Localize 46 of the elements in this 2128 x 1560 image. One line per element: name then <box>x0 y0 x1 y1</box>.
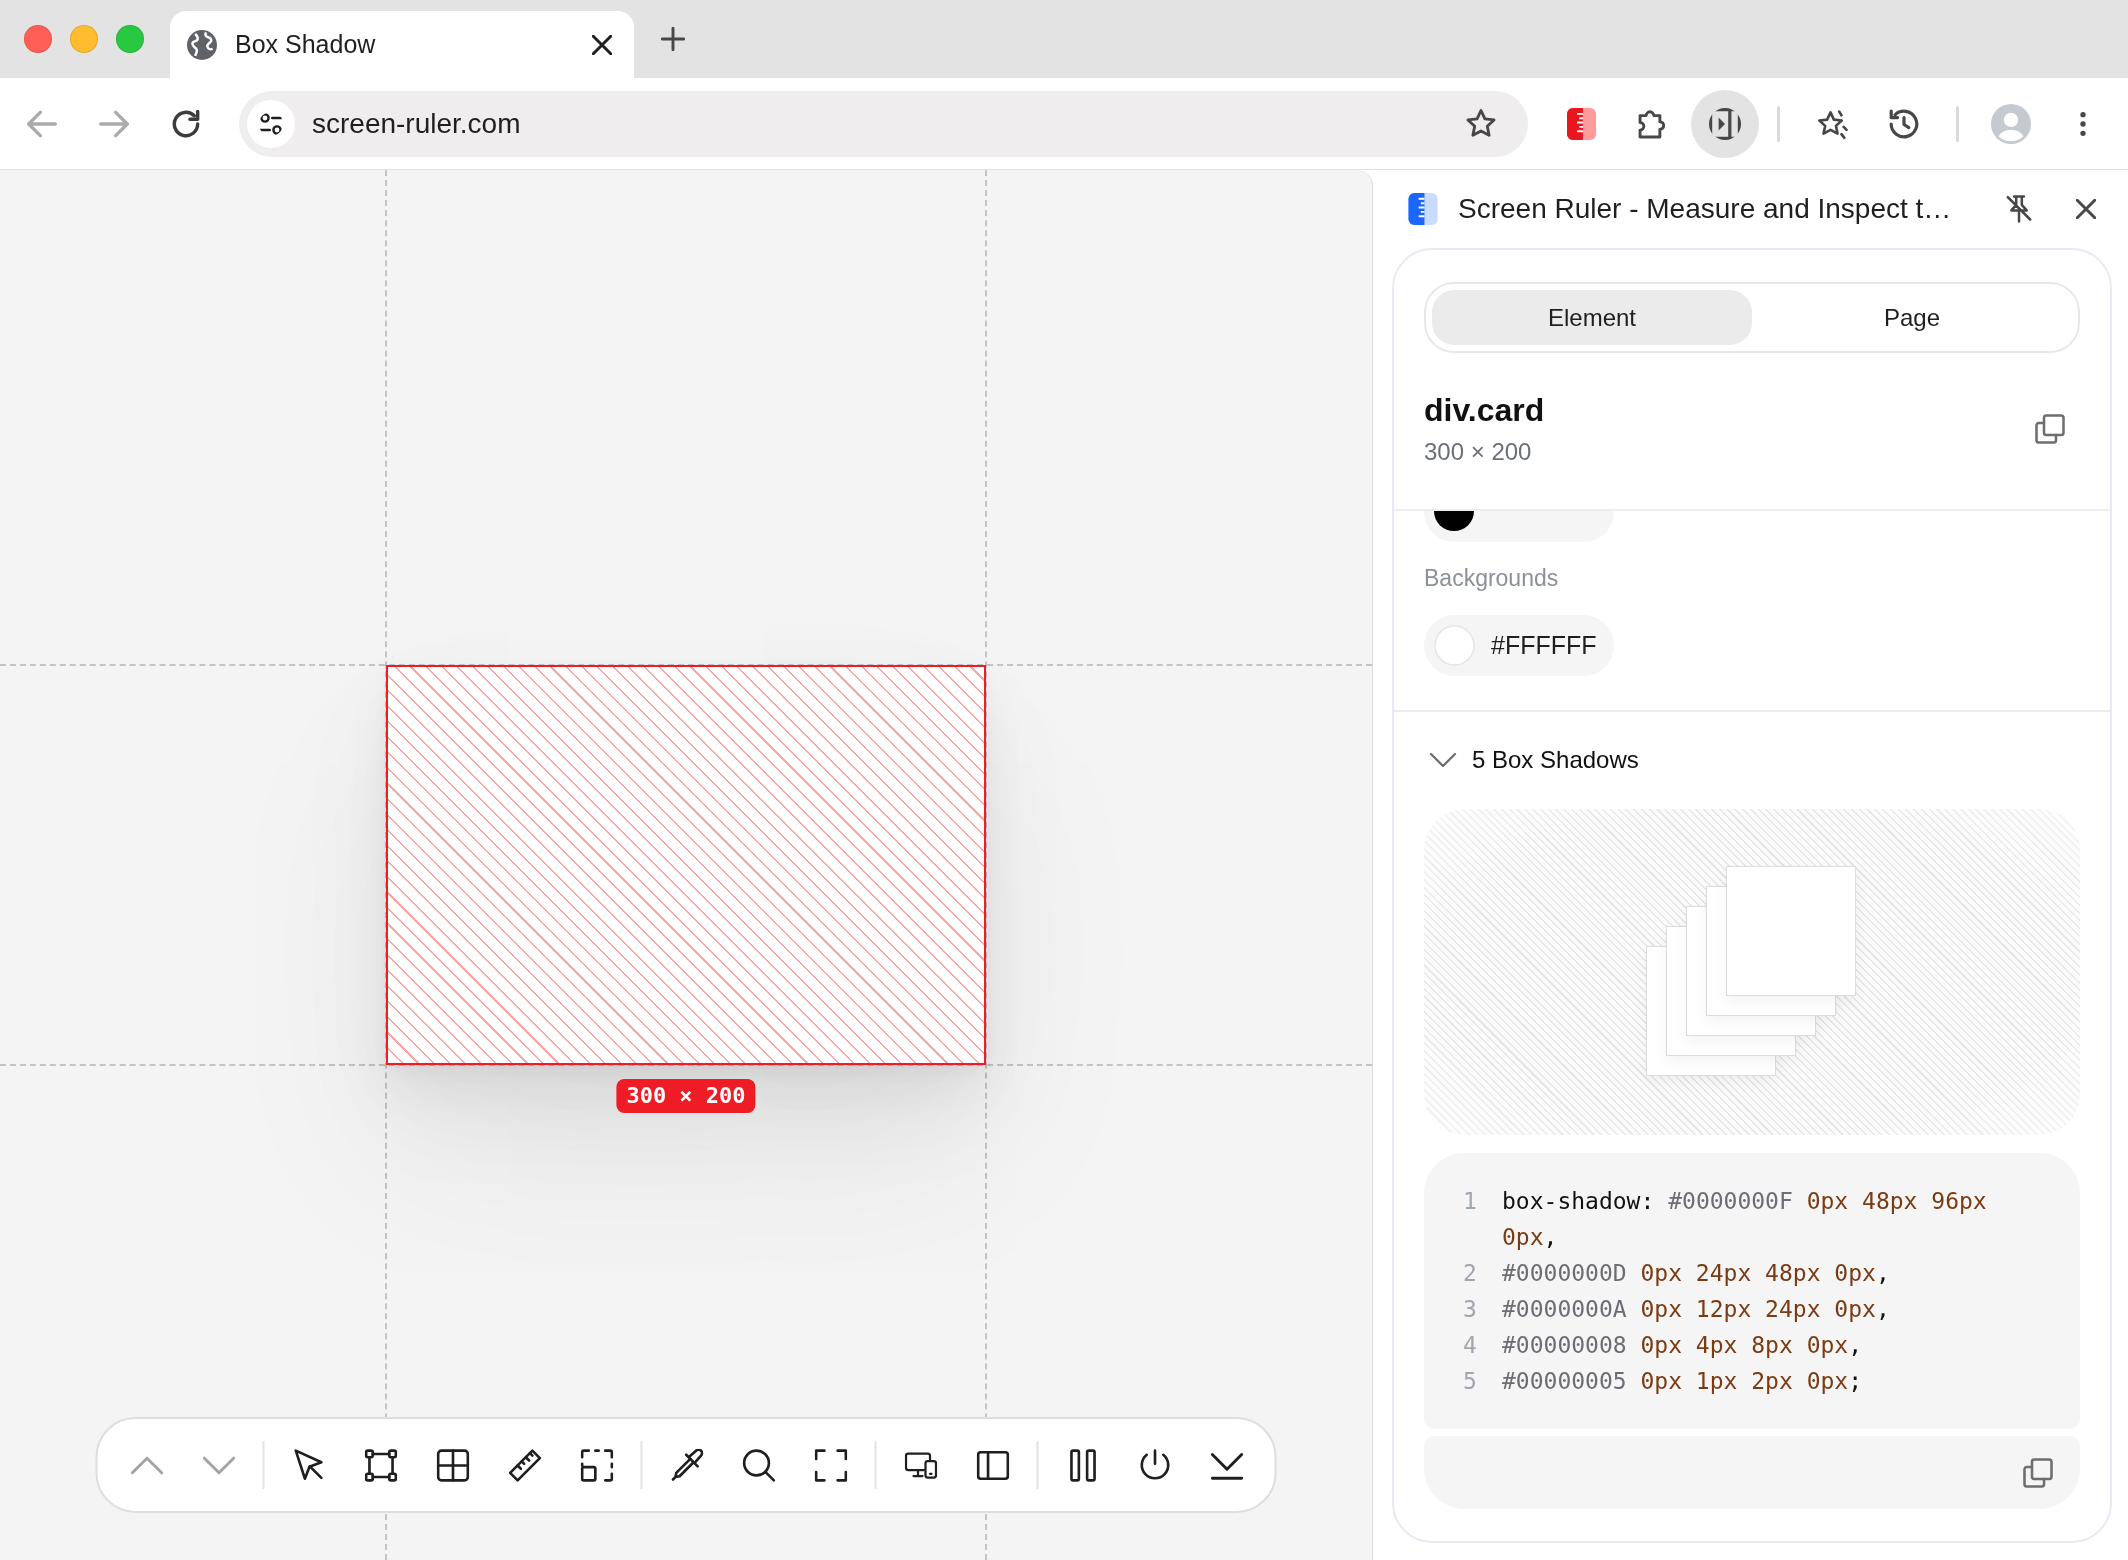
code-line: #0000000A 0px 12px 24px 0px, <box>1502 1295 1891 1324</box>
browser-tab[interactable]: Box Shadow <box>170 11 634 78</box>
dimension-label: 300 × 200 <box>616 1079 756 1113</box>
code-line: #0000000D 0px 24px 48px 0px, <box>1502 1259 1891 1288</box>
code-line: #00000005 0px 1px 2px 0px; <box>1502 1367 1864 1396</box>
section-label: Backgrounds <box>1424 564 1560 592</box>
search-icon[interactable] <box>742 1448 775 1482</box>
power-icon[interactable] <box>1138 1448 1171 1482</box>
history-icon[interactable] <box>1888 107 1920 140</box>
eyedropper-icon[interactable] <box>670 1448 703 1482</box>
segment-tab[interactable]: Page <box>1752 290 2072 345</box>
close-window-button[interactable] <box>24 25 52 53</box>
close-icon[interactable] <box>2076 199 2096 219</box>
ruler-icon <box>1408 193 1438 225</box>
frame-corners-icon[interactable] <box>814 1448 847 1482</box>
star-sparkle-icon[interactable] <box>1816 107 1848 140</box>
copy-icon[interactable] <box>2035 414 2065 444</box>
element-size: 300 × 200 <box>1424 437 1533 467</box>
line-number: 2 <box>1463 1259 1478 1288</box>
close-icon[interactable] <box>592 34 612 55</box>
panel-title: Screen Ruler - Measure and Inspect t… <box>1458 193 1953 225</box>
ruler-icon[interactable] <box>508 1448 541 1482</box>
segment-tab[interactable]: Element <box>1432 290 1752 345</box>
color-chip[interactable]: #FFFFFF <box>1424 615 1614 676</box>
code-line: box-shadow: #0000000F 0px 48px 96px 0px, <box>1502 1187 1988 1252</box>
reload-icon[interactable] <box>171 109 201 138</box>
line-number: 3 <box>1463 1295 1478 1324</box>
address-bar[interactable]: screen-ruler.com <box>239 90 1528 157</box>
globe-icon <box>187 29 217 60</box>
code-line: #00000008 0px 4px 8px 0px, <box>1502 1331 1864 1360</box>
cursor-icon[interactable] <box>292 1448 325 1482</box>
star-icon[interactable] <box>1466 108 1496 139</box>
element-name: div.card <box>1424 391 1545 429</box>
sidebar-layout-icon[interactable] <box>976 1448 1009 1482</box>
bounding-box-icon[interactable] <box>364 1448 397 1482</box>
line-number: 1 <box>1463 1187 1478 1216</box>
dashed-square-icon[interactable] <box>580 1448 613 1482</box>
grid-icon[interactable] <box>436 1448 469 1482</box>
line-number: 5 <box>1463 1367 1478 1396</box>
section-toggle[interactable]: 5 Box Shadows <box>1429 745 1639 775</box>
pin-slash-icon[interactable] <box>2006 195 2032 223</box>
line-number: 4 <box>1463 1331 1478 1360</box>
menu-icon[interactable] <box>2079 110 2087 137</box>
copy-icon[interactable] <box>2023 1457 2053 1488</box>
tune-icon[interactable] <box>247 99 295 148</box>
plus-icon[interactable] <box>661 27 685 51</box>
